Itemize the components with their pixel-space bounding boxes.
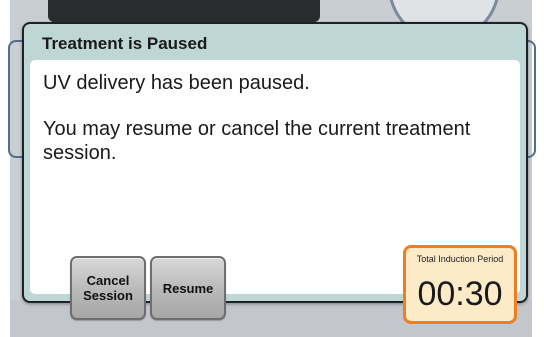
resume-label: Resume — [162, 280, 214, 296]
dialog-message-paused: UV delivery has been paused. — [43, 72, 310, 94]
background-header-bar — [48, 0, 320, 22]
treatment-paused-dialog: Treatment is Paused UV delivery has been… — [22, 22, 528, 324]
cancel-session-label: Cancel Session — [83, 273, 133, 303]
resume-button[interactable]: Resume — [150, 256, 226, 320]
timer-value: 00:30 — [417, 275, 503, 313]
dialog-body: UV delivery has been paused. You may res… — [30, 60, 520, 324]
induction-period-timer: Total Induction Period 00:30 — [403, 245, 517, 324]
dialog-title: Treatment is Paused — [42, 34, 208, 53]
cancel-session-button[interactable]: Cancel Session — [70, 256, 146, 320]
dialog-message-instructions: You may resume or cancel the current tre… — [43, 118, 471, 164]
screen: Treatment is Paused UV delivery has been… — [0, 0, 544, 337]
timer-label: Total Induction Period — [416, 254, 504, 264]
